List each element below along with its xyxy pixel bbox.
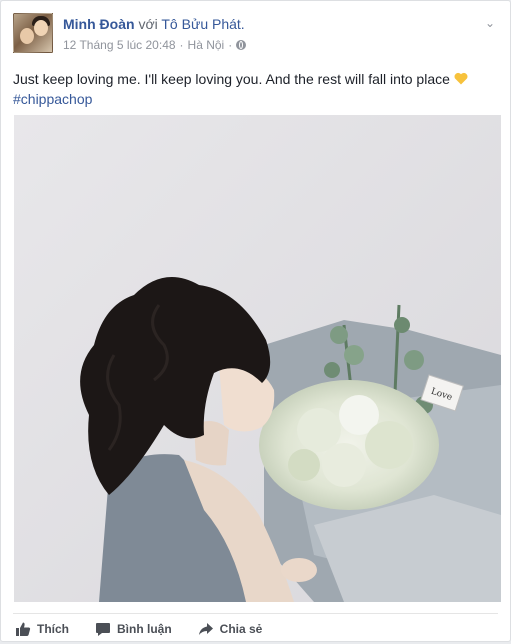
comment-icon [96,623,110,636]
share-arrow-icon [198,623,213,635]
share-button[interactable]: Chia sẻ [198,614,263,644]
post-body: Just keep loving me. I'll keep loving yo… [13,71,450,87]
comment-label: Bình luận [117,622,172,636]
thumbs-up-icon [16,622,31,636]
share-label: Chia sẻ [219,622,263,636]
chevron-down-icon[interactable]: ⌄ [482,15,498,31]
post-card: Minh Đoàn với Tô Bửu Phát. 12 Tháng 5 lú… [0,0,511,642]
post-header: Minh Đoàn với Tô Bửu Phát. 12 Tháng 5 lú… [13,13,498,57]
author-line: Minh Đoàn với Tô Bửu Phát. [63,16,245,32]
tagged-friend-link[interactable]: Tô Bửu Phát. [161,16,244,32]
post-photo[interactable]: Love [14,115,501,602]
author-name-link[interactable]: Minh Đoàn [63,16,135,32]
hashtag-link[interactable]: #chippachop [13,89,498,109]
meta-separator: · [228,38,233,52]
meta-separator: · [179,38,184,52]
post-text: Just keep loving me. I'll keep loving yo… [13,69,498,109]
post-location[interactable]: Hà Nội [188,38,225,52]
post-timestamp[interactable]: 12 Tháng 5 lúc 20:48 [63,38,176,52]
comment-button[interactable]: Bình luận [95,614,172,644]
with-word: với [138,16,158,32]
like-label: Thích [37,622,69,636]
heart-icon [454,72,468,85]
globe-icon[interactable] [236,40,247,50]
photo-illustration: Love [14,115,501,602]
post-meta: 12 Tháng 5 lúc 20:48 · Hà Nội · [63,38,247,52]
post-actions: Thích Bình luận Chia sẻ [13,613,498,643]
like-button[interactable]: Thích [15,614,69,644]
author-avatar[interactable] [13,13,53,53]
